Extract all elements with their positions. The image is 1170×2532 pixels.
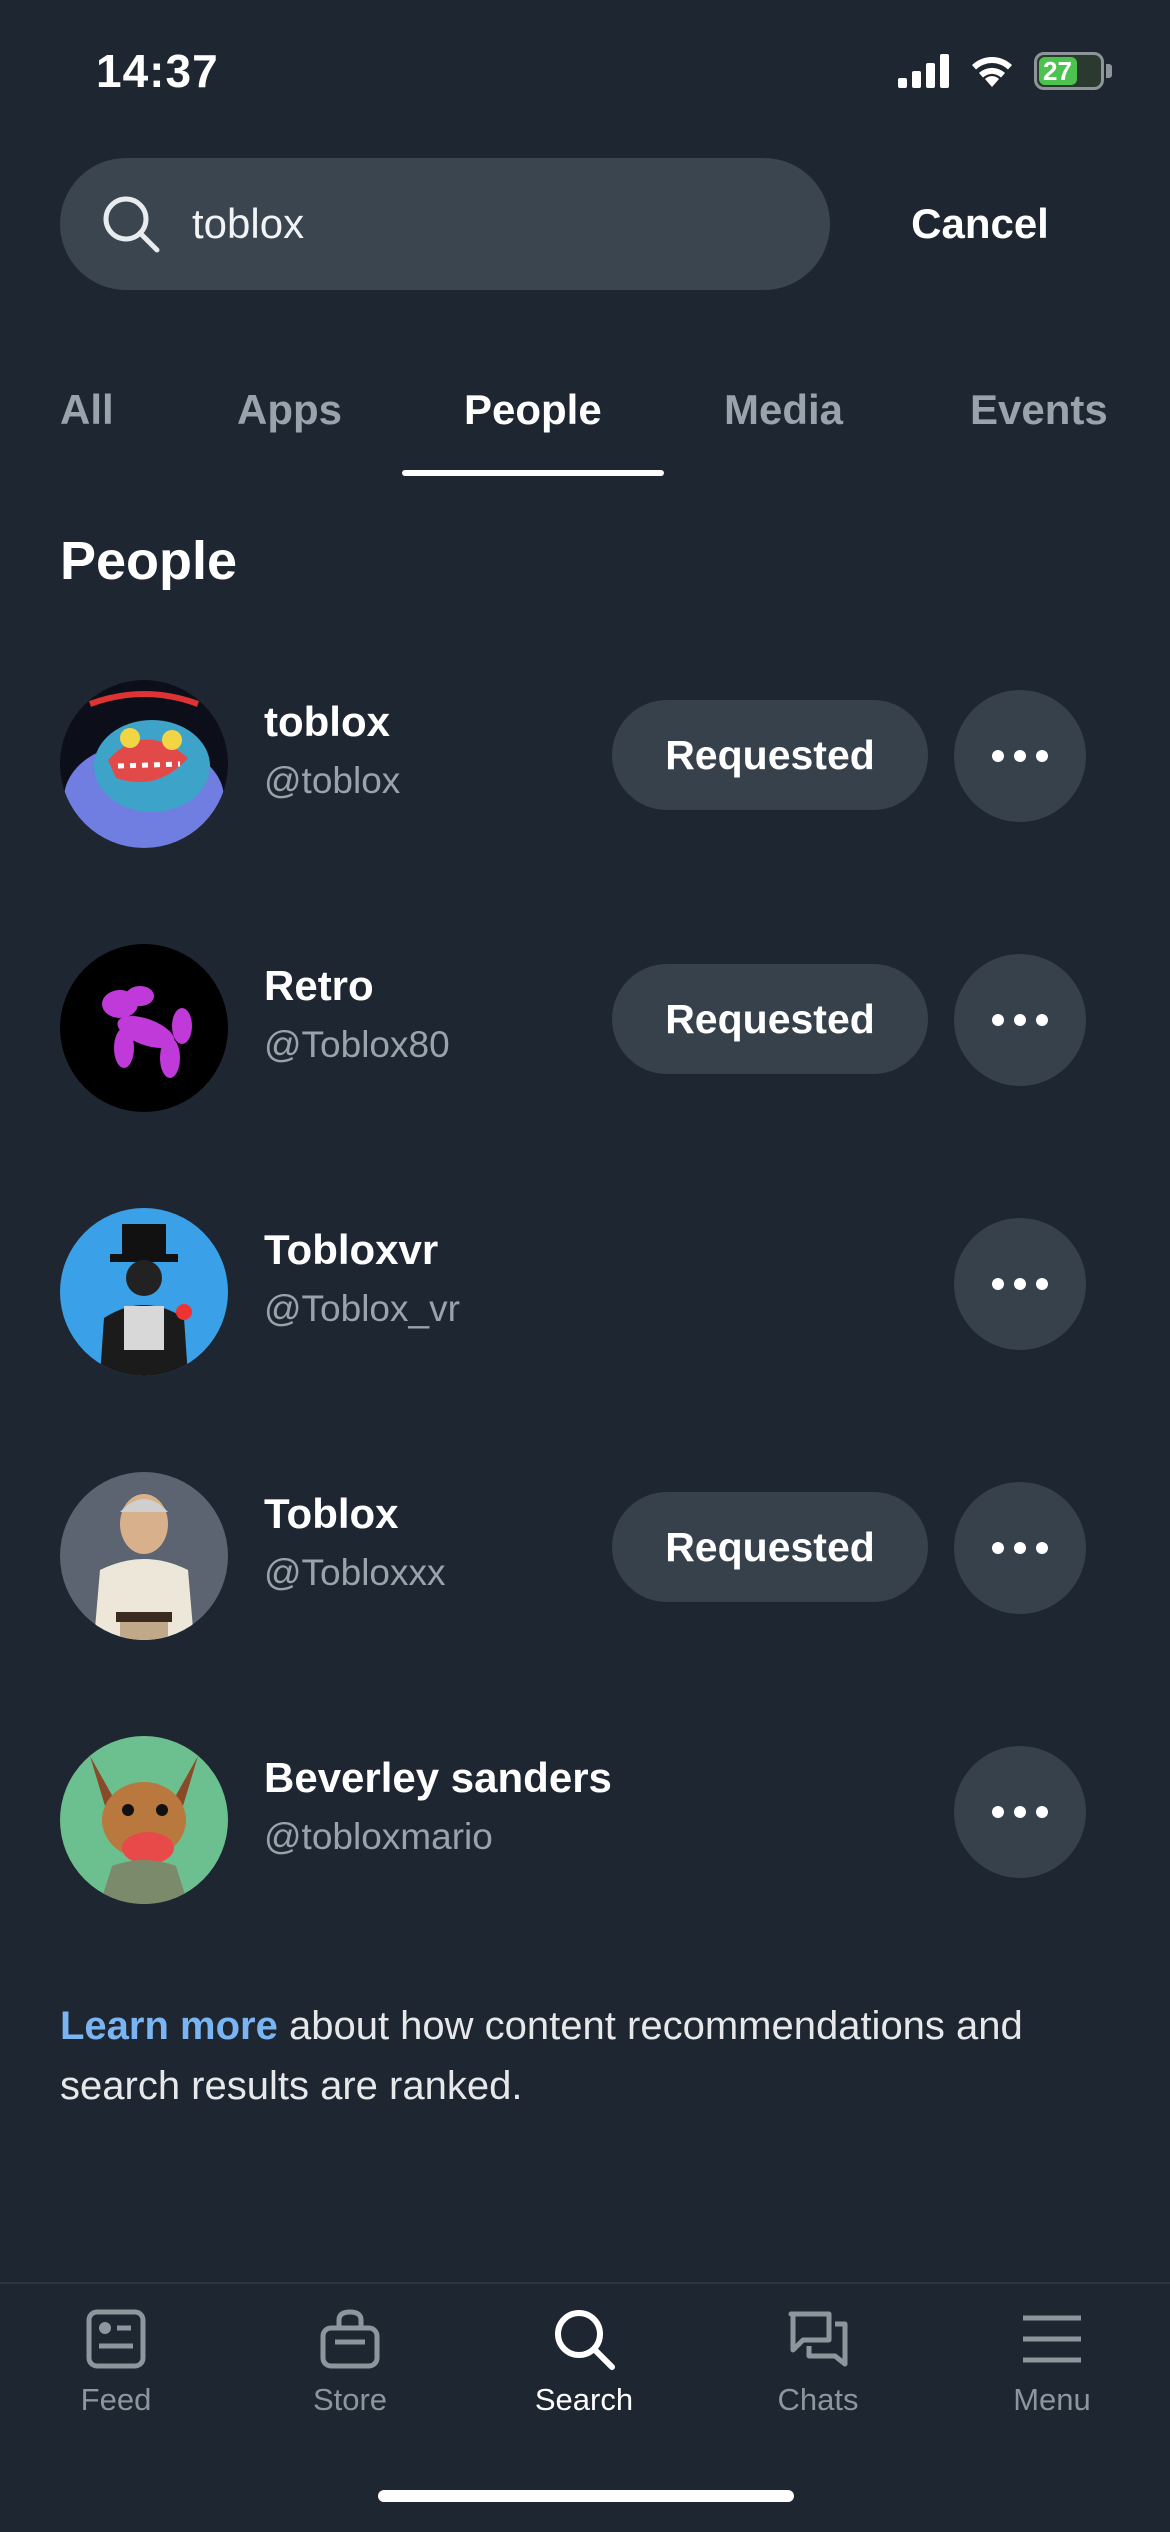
status-bar: 14:37 27 [0, 0, 1170, 150]
nav-label: Chats [777, 2382, 859, 2417]
person-handle: @Toblox_vr [264, 1288, 460, 1329]
search-tabs: All Apps People Media Events [0, 370, 1170, 480]
person-row[interactable]: Beverley sanders @tobloxmario [0, 1726, 1170, 1906]
person-handle: @toblox [264, 760, 401, 801]
more-options-button[interactable] [954, 1746, 1086, 1878]
more-options-button[interactable] [954, 690, 1086, 822]
more-icon [992, 1542, 1004, 1554]
more-icon [992, 750, 1004, 762]
home-indicator[interactable] [378, 2490, 794, 2502]
nav-label: Feed [80, 2382, 152, 2417]
nav-store[interactable]: Store [250, 2306, 450, 2418]
learn-more-link[interactable]: Learn more [60, 2004, 278, 2048]
status-icons: 27 [898, 52, 1112, 90]
menu-icon [1023, 2315, 1081, 2363]
cellular-signal-icon [898, 54, 949, 88]
screen: 14:37 27 toblox Cancel All Apps People M… [0, 0, 1170, 2532]
battery-level: 27 [1043, 55, 1072, 86]
battery-icon: 27 [1034, 52, 1104, 90]
avatar[interactable] [60, 1472, 228, 1640]
nav-feed[interactable]: Feed [16, 2306, 216, 2418]
nav-search[interactable]: Search [484, 2306, 684, 2418]
store-icon [320, 2309, 380, 2369]
requested-button[interactable]: Requested [612, 964, 928, 1074]
active-tab-indicator [402, 470, 664, 476]
nav-label: Store [312, 2382, 388, 2417]
nav-label: Menu [1013, 2382, 1091, 2417]
tab-media[interactable]: Media [724, 370, 843, 480]
cancel-button[interactable]: Cancel [870, 158, 1090, 290]
tab-all[interactable]: All [60, 370, 114, 480]
nav-menu[interactable]: Menu [952, 2306, 1152, 2418]
more-options-button[interactable] [954, 954, 1086, 1086]
avatar[interactable] [60, 1208, 228, 1376]
feed-icon [86, 2309, 146, 2369]
nav-chats[interactable]: Chats [718, 2306, 918, 2418]
ranking-note: Learn more about how content recommendat… [60, 1996, 1110, 2116]
search-query: toblox [192, 200, 305, 247]
avatar[interactable] [60, 680, 228, 848]
nav-label: Search [534, 2382, 634, 2417]
person-row[interactable]: Toblox @Tobloxxx Requested [0, 1462, 1170, 1642]
person-row[interactable]: Retro @Toblox80 Requested [0, 934, 1170, 1114]
person-name: toblox [264, 698, 390, 745]
search-icon [555, 2310, 615, 2370]
person-name: Toblox [264, 1490, 399, 1537]
person-handle: @Tobloxxx [264, 1552, 446, 1593]
person-handle: @tobloxmario [264, 1816, 493, 1857]
chats-icon [788, 2311, 848, 2367]
tab-events[interactable]: Events [970, 370, 1108, 480]
person-row[interactable]: toblox @toblox Requested [0, 670, 1170, 850]
person-row[interactable]: Tobloxvr @Toblox_vr [0, 1198, 1170, 1378]
avatar[interactable] [60, 1736, 228, 1904]
tab-people[interactable]: People [464, 370, 602, 480]
search-icon [103, 196, 160, 253]
requested-button[interactable]: Requested [612, 700, 928, 810]
status-time: 14:37 [96, 45, 219, 97]
more-options-button[interactable] [954, 1218, 1086, 1350]
person-name: Retro [264, 962, 374, 1009]
more-icon [992, 1014, 1004, 1026]
tab-apps[interactable]: Apps [237, 370, 342, 480]
person-name: Beverley sanders [264, 1754, 612, 1801]
wifi-icon [972, 57, 1012, 87]
more-icon [992, 1278, 1004, 1290]
search-input[interactable]: toblox [60, 158, 830, 290]
avatar[interactable] [60, 944, 228, 1112]
person-name: Tobloxvr [264, 1226, 439, 1273]
person-handle: @Toblox80 [264, 1024, 450, 1065]
more-icon [992, 1806, 1004, 1818]
more-options-button[interactable] [954, 1482, 1086, 1614]
battery-indicator: 27 [1034, 52, 1112, 90]
requested-button[interactable]: Requested [612, 1492, 928, 1602]
section-title: People [60, 531, 238, 591]
